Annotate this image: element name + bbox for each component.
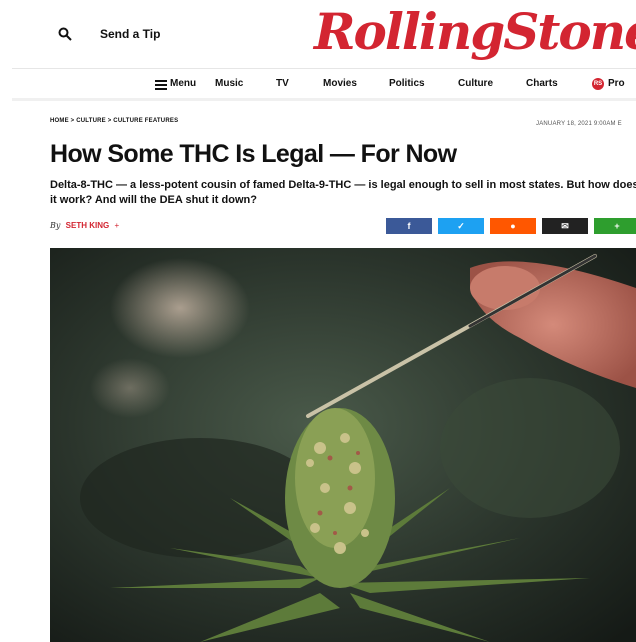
site-logo[interactable]: RollingStone bbox=[314, 0, 636, 64]
breadcrumb[interactable]: HOME > CULTURE > CULTURE FEATURES bbox=[50, 118, 178, 124]
nav-pro[interactable]: Pro bbox=[608, 78, 625, 89]
share-email-button[interactable]: ✉ bbox=[542, 218, 588, 234]
article-title: How Some THC Is Legal — For Now bbox=[50, 140, 457, 168]
nav-music[interactable]: Music bbox=[215, 78, 243, 89]
nav-charts[interactable]: Charts bbox=[526, 78, 558, 89]
author-link[interactable]: SETH KING bbox=[66, 221, 110, 230]
nav-politics[interactable]: Politics bbox=[389, 78, 425, 89]
cannabis-plant-photo bbox=[50, 248, 636, 642]
share-twitter-button[interactable]: ✓ bbox=[438, 218, 484, 234]
follow-author-icon[interactable]: + bbox=[114, 221, 119, 230]
byline-prefix: By bbox=[50, 221, 61, 230]
publish-date: JANUARY 18, 2021 9:00AM E bbox=[536, 121, 622, 127]
nav-menu[interactable]: Menu bbox=[170, 78, 196, 89]
divider bbox=[12, 68, 636, 69]
nav-movies[interactable]: Movies bbox=[323, 78, 357, 89]
divider bbox=[12, 98, 636, 101]
top-bar: Send a Tip RollingStone bbox=[0, 0, 636, 68]
pro-logo-icon: RS bbox=[592, 78, 604, 90]
main-nav: Menu Music TV Movies Politics Culture Ch… bbox=[0, 72, 636, 98]
byline: By SETH KING + bbox=[50, 221, 119, 230]
hero-image bbox=[50, 248, 636, 642]
share-facebook-button[interactable]: f bbox=[386, 218, 432, 234]
share-more-button[interactable]: + bbox=[594, 218, 636, 234]
send-tip-link[interactable]: Send a Tip bbox=[100, 27, 160, 41]
article-dek: Delta-8-THC — a less-potent cousin of fa… bbox=[50, 179, 636, 206]
nav-culture[interactable]: Culture bbox=[458, 78, 493, 89]
share-reddit-button[interactable]: ● bbox=[490, 218, 536, 234]
search-icon[interactable] bbox=[58, 27, 72, 41]
nav-tv[interactable]: TV bbox=[276, 78, 289, 89]
